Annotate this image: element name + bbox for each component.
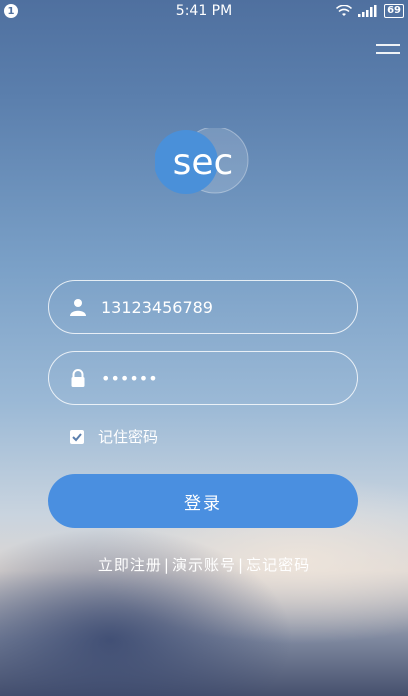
forgot-password-link[interactable]: 忘记密码: [246, 556, 310, 574]
login-button[interactable]: 登录: [48, 474, 358, 528]
password-input[interactable]: [101, 368, 331, 388]
status-time: 5:41 PM: [175, 3, 233, 19]
status-bar: 1 5:41 PM 69: [0, 0, 408, 22]
password-field[interactable]: [48, 351, 358, 405]
phone-field[interactable]: [48, 280, 358, 334]
menu-icon[interactable]: [376, 44, 400, 56]
register-link[interactable]: 立即注册: [98, 556, 162, 574]
bottom-links: 立即注册 | 演示账号 | 忘记密码: [0, 554, 408, 575]
link-separator: |: [163, 556, 170, 574]
check-icon: [72, 432, 82, 441]
svg-text:sec: sec: [173, 142, 234, 183]
sec-logo: sec: [155, 128, 249, 194]
remember-label: 记住密码: [98, 428, 159, 446]
demo-account-link[interactable]: 演示账号: [172, 556, 236, 574]
remember-password-toggle[interactable]: 记住密码: [70, 426, 158, 447]
battery-icon: 69: [384, 4, 404, 18]
user-icon: [70, 299, 86, 316]
remember-checkbox[interactable]: [70, 429, 84, 444]
link-separator: |: [238, 556, 245, 574]
signal-icon: [358, 5, 377, 17]
lock-icon: [71, 369, 85, 387]
phone-input[interactable]: [101, 297, 331, 317]
wifi-icon: [336, 5, 353, 16]
status-icons: 69: [336, 4, 404, 18]
notification-badge-icon: 1: [4, 4, 18, 18]
